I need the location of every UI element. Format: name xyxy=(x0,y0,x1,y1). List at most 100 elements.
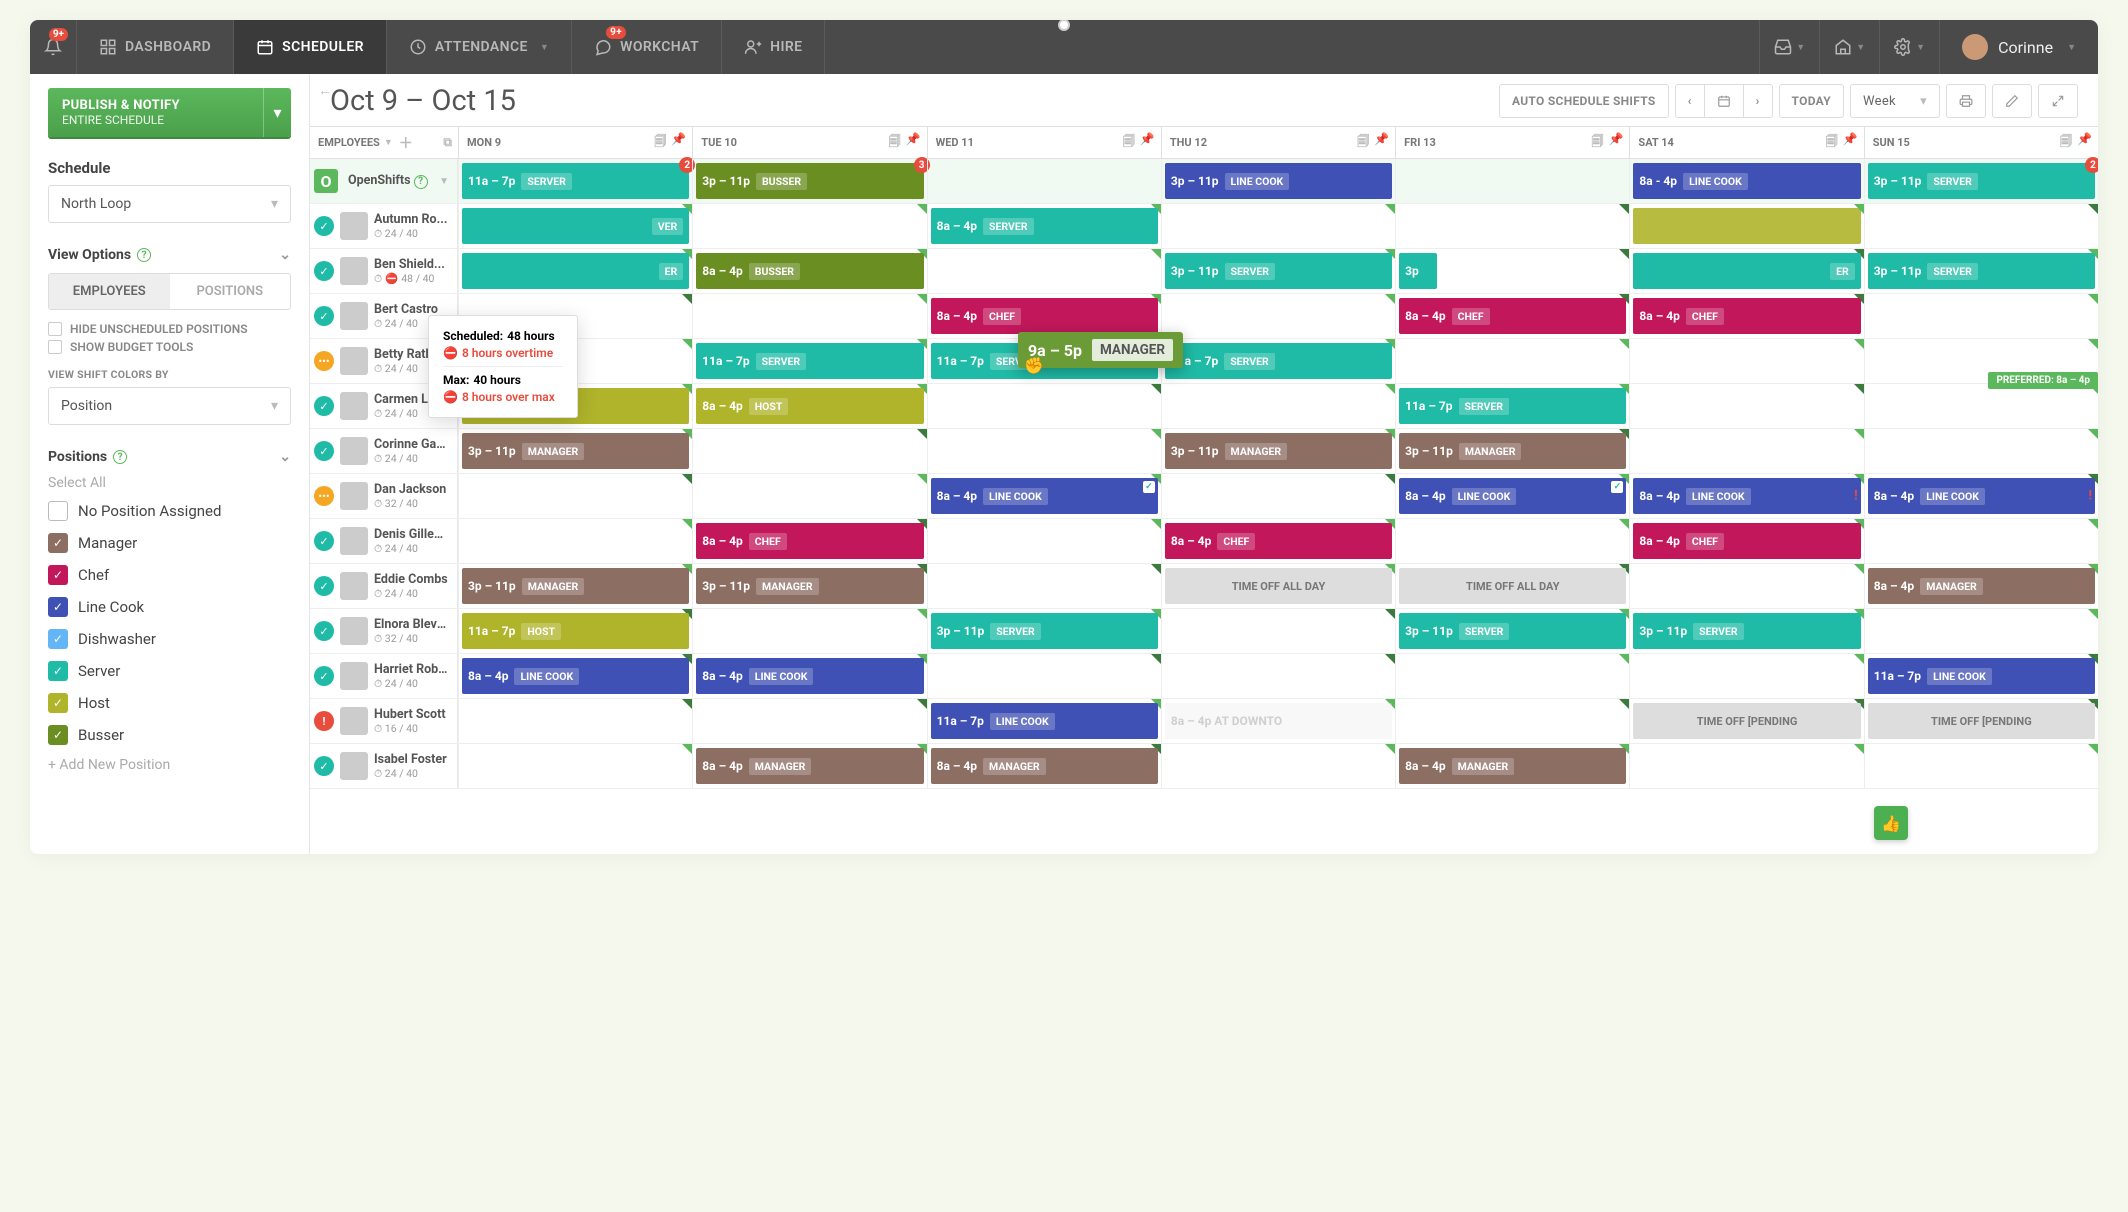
shift-block[interactable]: 11a – 7pLINE COOK xyxy=(1868,658,2095,694)
nav-workchat[interactable]: WORKCHAT 9+ xyxy=(572,20,722,74)
day-header[interactable]: SAT 14🗐📌 xyxy=(1629,127,1863,158)
checkbox[interactable]: ✓ xyxy=(48,533,68,553)
shift-block[interactable]: 3p – 11pMANAGER xyxy=(462,433,689,469)
day-cell[interactable]: 8a - 4pLINE COOK xyxy=(1629,159,1863,203)
timeoff-block[interactable]: TIME OFF [PENDING xyxy=(1633,703,1860,739)
pin-icon[interactable]: 📌 xyxy=(906,132,921,153)
day-cell[interactable] xyxy=(692,429,926,473)
pin-icon[interactable]: 📌 xyxy=(2077,132,2092,153)
note-icon[interactable]: 🗐 xyxy=(889,132,901,153)
position-filter-item[interactable]: ✓Manager xyxy=(48,527,291,559)
day-cell[interactable] xyxy=(458,699,692,743)
day-cell[interactable]: 8a – 4pLINE COOK! xyxy=(1864,474,2098,518)
checkbox[interactable]: ✓ xyxy=(48,629,68,649)
shift-block[interactable]: 8a – 4pCHEF xyxy=(1633,298,1860,334)
day-cell[interactable] xyxy=(1864,609,2098,653)
shift-block[interactable]: 8a – 4pCHEF xyxy=(1399,298,1626,334)
day-cell[interactable]: ER xyxy=(1629,249,1863,293)
add-position-button[interactable]: + Add New Position xyxy=(48,751,291,779)
day-cell[interactable] xyxy=(1629,339,1863,383)
day-cell[interactable]: VER xyxy=(458,204,692,248)
day-header[interactable]: SUN 15🗐📌 xyxy=(1864,127,2098,158)
pin-icon[interactable]: 📌 xyxy=(1843,132,1858,153)
day-cell[interactable]: 8a – 4pCHEF xyxy=(1629,294,1863,338)
day-cell[interactable] xyxy=(1161,654,1395,698)
day-cell[interactable] xyxy=(1629,744,1863,788)
shift-block[interactable]: 8a - 4pLINE COOK xyxy=(1633,163,1860,199)
day-cell[interactable] xyxy=(1864,519,2098,563)
note-icon[interactable]: 🗐 xyxy=(1123,132,1135,153)
pin-icon[interactable]: 📌 xyxy=(671,132,686,153)
shift-block[interactable]: 8a – 4pCHEF xyxy=(1165,523,1392,559)
shift-block[interactable]: 3p – 11pSERVER xyxy=(1868,253,2095,289)
day-cell[interactable]: 8a – 4pLINE COOK✓ xyxy=(1395,474,1629,518)
edit-button[interactable] xyxy=(1992,84,2032,118)
day-cell[interactable]: 11a – 7pLINE COOK xyxy=(1864,654,2098,698)
user-menu[interactable]: Corinne ▼ xyxy=(1940,20,2098,74)
inbox-menu[interactable]: ▼ xyxy=(1760,20,1820,74)
day-cell[interactable] xyxy=(1161,474,1395,518)
shift-block[interactable]: 8a – 4pLINE COOK✓ xyxy=(1399,478,1626,514)
checkbox[interactable] xyxy=(48,501,68,521)
day-cell[interactable]: 8a – 4pMANAGER xyxy=(1864,564,2098,608)
note-icon[interactable]: 🗐 xyxy=(1826,132,1838,153)
day-cell[interactable] xyxy=(1395,159,1629,203)
publish-button[interactable]: PUBLISH & NOTIFY ENTIRE SCHEDULE ▾ xyxy=(48,88,291,137)
day-cell[interactable]: PREFERRED: 8a – 4p xyxy=(1864,384,2098,428)
next-week-button[interactable]: › xyxy=(1743,84,1773,118)
day-cell[interactable] xyxy=(692,294,926,338)
day-cell[interactable]: 8a – 4pLINE COOK✓ xyxy=(927,474,1161,518)
timeoff-block[interactable]: TIME OFF [PENDING xyxy=(1868,703,2095,739)
add-employee-button[interactable]: ＋ xyxy=(399,133,413,153)
position-filter-item[interactable]: ✓Chef xyxy=(48,559,291,591)
note-icon[interactable]: 🗐 xyxy=(1357,132,1369,153)
day-cell[interactable]: 8a – 4pCHEF xyxy=(1161,519,1395,563)
day-cell[interactable] xyxy=(1161,609,1395,653)
pin-icon[interactable]: 📌 xyxy=(1374,132,1389,153)
day-cell[interactable]: 8a – 4pSERVER xyxy=(927,204,1161,248)
day-cell[interactable]: 8a – 4pLINE COOK xyxy=(458,654,692,698)
day-cell[interactable] xyxy=(927,519,1161,563)
settings-menu[interactable]: ▼ xyxy=(1880,20,1940,74)
day-cell[interactable]: 3p – 11pMANAGER xyxy=(1395,429,1629,473)
view-range-select[interactable]: Week▾ xyxy=(1850,84,1940,118)
note-icon[interactable]: 🗐 xyxy=(2060,132,2072,153)
checkbox[interactable]: ✓ xyxy=(48,661,68,681)
day-cell[interactable] xyxy=(1629,564,1863,608)
day-cell[interactable] xyxy=(458,474,692,518)
day-cell[interactable] xyxy=(1161,204,1395,248)
feedback-button[interactable]: 👍 xyxy=(1874,806,1908,840)
day-header[interactable]: FRI 13🗐📌 xyxy=(1395,127,1629,158)
shift-block[interactable]: 3p – 11pMANAGER xyxy=(462,568,689,604)
shift-block[interactable]: 11a – 7pLINE COOK xyxy=(931,703,1158,739)
day-header[interactable]: MON 9🗐📌 xyxy=(458,127,692,158)
timeoff-block[interactable]: TIME OFF ALL DAY xyxy=(1165,568,1392,604)
shift-block[interactable]: 8a – 4pLINE COOK! xyxy=(1633,478,1860,514)
day-cell[interactable]: 8a – 4pCHEF xyxy=(1629,519,1863,563)
shift-block[interactable]: 11a – 7pSERVER2 xyxy=(462,163,689,199)
day-cell[interactable]: 11a – 7pSERVER xyxy=(1395,384,1629,428)
nav-dashboard[interactable]: DASHBOARD xyxy=(77,20,234,74)
day-cell[interactable] xyxy=(1395,699,1629,743)
shift-block[interactable]: 8a – 4pMANAGER xyxy=(696,748,923,784)
shift-block[interactable]: ER xyxy=(1633,253,1860,289)
day-cell[interactable] xyxy=(927,429,1161,473)
day-cell[interactable]: 8a – 4pLINE COOK xyxy=(692,654,926,698)
checkbox[interactable]: ✓ xyxy=(48,693,68,713)
day-cell[interactable]: 3p – 11pMANAGER xyxy=(458,429,692,473)
chevron-down-icon[interactable]: ▼ xyxy=(384,137,393,148)
notifications-button[interactable]: 9+ xyxy=(30,20,77,74)
back-arrow[interactable]: ← xyxy=(318,82,332,99)
show-budget-checkbox[interactable]: SHOW BUDGET TOOLS xyxy=(48,340,291,354)
nav-scheduler[interactable]: SCHEDULER xyxy=(234,20,387,74)
day-cell[interactable]: ER xyxy=(458,249,692,293)
today-button[interactable]: TODAY xyxy=(1779,84,1844,118)
color-by-select[interactable]: Position ▾ xyxy=(48,387,291,425)
day-cell[interactable]: TIME OFF ALL DAY xyxy=(1161,564,1395,608)
shift-block[interactable]: 3p – 11pLINE COOK xyxy=(1165,163,1392,199)
checkbox[interactable]: ✓ xyxy=(48,597,68,617)
day-cell[interactable] xyxy=(927,249,1161,293)
day-cell[interactable] xyxy=(692,699,926,743)
day-cell[interactable] xyxy=(1864,744,2098,788)
shift-block[interactable]: 8a – 4pCHEF xyxy=(696,523,923,559)
